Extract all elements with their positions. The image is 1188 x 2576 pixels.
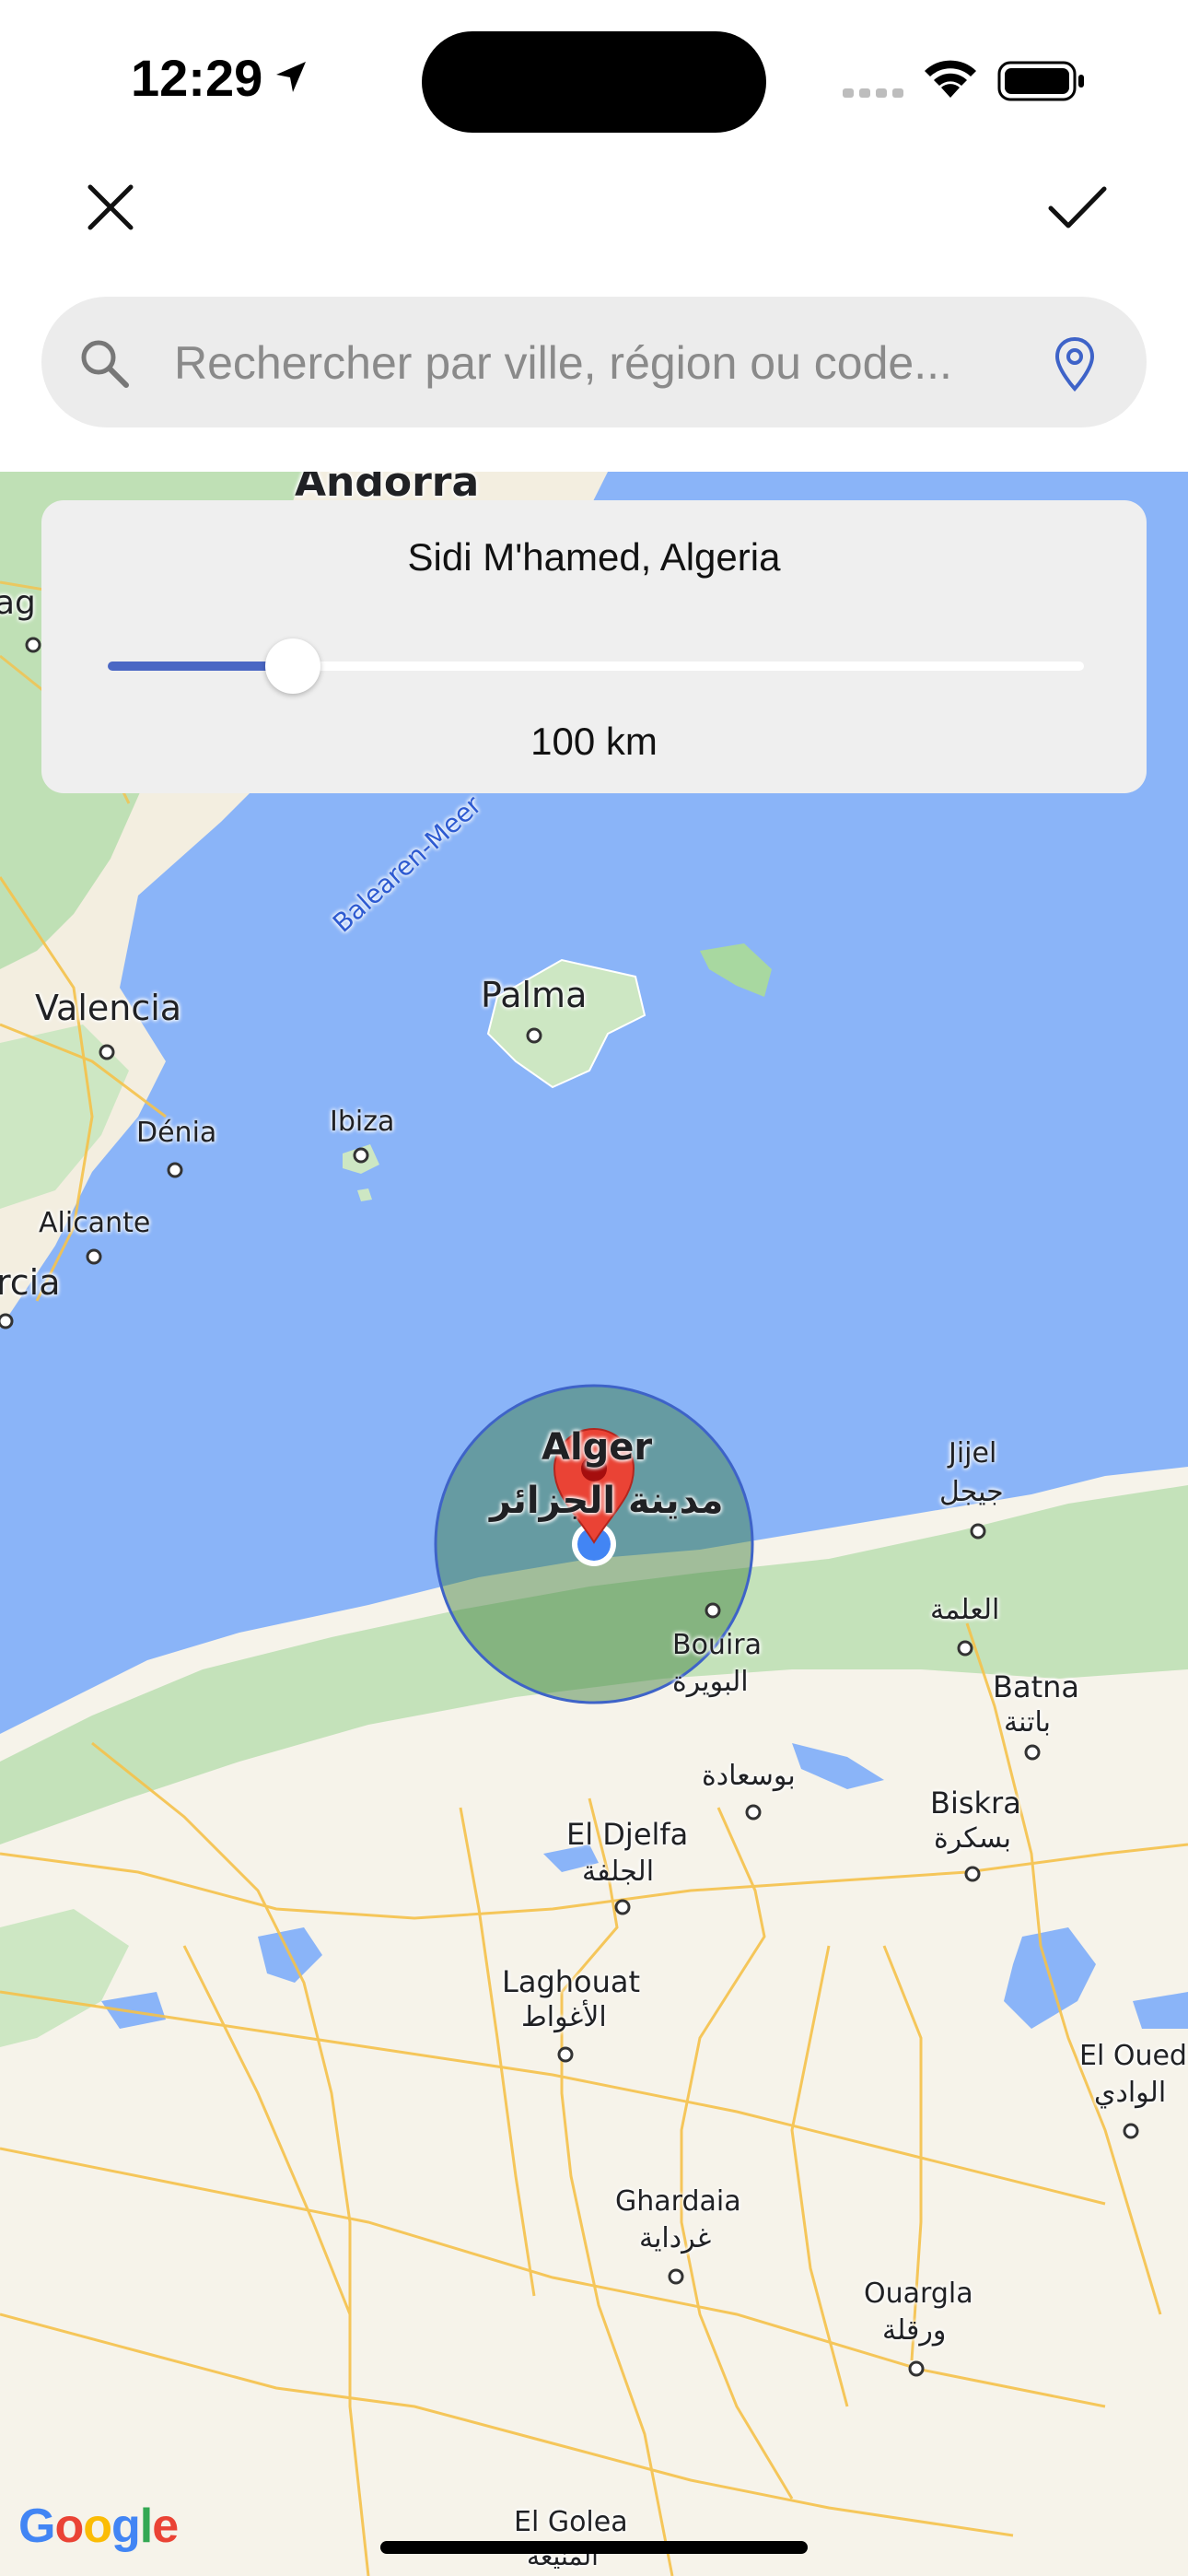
map-label-djelfa-ar: الجلفة bbox=[582, 1856, 655, 1888]
battery-icon bbox=[997, 61, 1084, 101]
google-logo: Google bbox=[18, 2499, 179, 2554]
search-bar[interactable] bbox=[41, 297, 1147, 427]
map-label-partial-ag: ag bbox=[0, 584, 36, 622]
selected-location-label: Sidi M'hamed, Algeria bbox=[407, 535, 781, 579]
radius-distance-label: 100 km bbox=[530, 720, 658, 763]
dynamic-island bbox=[422, 31, 766, 133]
google-logo-letter: o bbox=[83, 2500, 112, 2553]
location-pin-icon[interactable] bbox=[1053, 335, 1097, 392]
search-input[interactable] bbox=[172, 324, 1051, 402]
map-label-elma-ar: العلمة bbox=[930, 1594, 1000, 1626]
google-logo-letter: G bbox=[18, 2500, 55, 2553]
map-label-ibiza: Ibiza bbox=[330, 1106, 395, 1138]
map-label-jijel-ar: جيجل bbox=[939, 1476, 1004, 1508]
map-label-bousaada-ar: بوسعادة bbox=[702, 1760, 796, 1792]
close-icon bbox=[87, 184, 134, 230]
map-label-bouira-ar: البويرة bbox=[672, 1666, 749, 1698]
top-bar bbox=[0, 157, 1188, 295]
map-label-bouira: Bouira bbox=[672, 1629, 763, 1661]
map-label-alger-ar: مدينة الجزائر bbox=[490, 1480, 724, 1522]
map-label-alicante: Alicante bbox=[39, 1207, 151, 1239]
radius-slider[interactable] bbox=[108, 638, 1084, 694]
map-label-laghouat-ar: الأغواط bbox=[521, 2001, 607, 2033]
checkmark-icon bbox=[1048, 186, 1107, 228]
map-label-ghardaia-ar: غرداية bbox=[639, 2222, 712, 2254]
map-label-jijel: Jijel bbox=[949, 1437, 997, 1469]
map-label-ouargla-ar: ورقلة bbox=[882, 2314, 947, 2347]
slider-thumb[interactable] bbox=[265, 638, 321, 694]
google-logo-letter: l bbox=[139, 2500, 153, 2553]
cellular-signal-icon bbox=[843, 88, 903, 98]
map-label-laghouat: Laghouat bbox=[502, 1964, 641, 1999]
status-bar: 12:29 bbox=[0, 0, 1188, 157]
status-time: 12:29 bbox=[131, 49, 263, 107]
map-label-elgolea: El Golea bbox=[514, 2506, 628, 2538]
map-label-biskra-ar: بسكرة bbox=[934, 1822, 1011, 1855]
map-label-batna-ar: باتنة bbox=[1004, 1706, 1051, 1739]
search-icon bbox=[81, 340, 129, 388]
wifi-icon bbox=[925, 60, 976, 98]
google-logo-letter: g bbox=[111, 2500, 141, 2553]
map-label-alger: Alger bbox=[542, 1426, 653, 1469]
map-label-denia: Dénia bbox=[136, 1117, 217, 1149]
map-label-djelfa: El Djelfa bbox=[566, 1817, 689, 1852]
radius-panel: Sidi M'hamed, Algeria 100 km bbox=[41, 500, 1147, 793]
close-button[interactable] bbox=[74, 170, 147, 244]
map-label-palma: Palma bbox=[481, 975, 588, 1015]
map-label-valencia: Valencia bbox=[35, 988, 182, 1028]
map-label-ghardaia: Ghardaia bbox=[615, 2185, 741, 2218]
map-label-biskra: Biskra bbox=[930, 1786, 1021, 1821]
map-label-eloued: El Oued bbox=[1079, 2040, 1187, 2072]
google-logo-letter: e bbox=[152, 2500, 179, 2553]
map-label-eloued-ar: الوادي bbox=[1094, 2077, 1167, 2109]
map-label-batna: Batna bbox=[993, 1669, 1079, 1704]
map-label-partial-rcia: rcia bbox=[0, 1262, 61, 1303]
home-indicator[interactable] bbox=[380, 2541, 808, 2554]
location-arrow-icon bbox=[276, 62, 306, 92]
google-logo-letter: o bbox=[54, 2500, 84, 2553]
confirm-button[interactable] bbox=[1041, 170, 1114, 244]
map-label-ouargla: Ouargla bbox=[864, 2277, 973, 2310]
